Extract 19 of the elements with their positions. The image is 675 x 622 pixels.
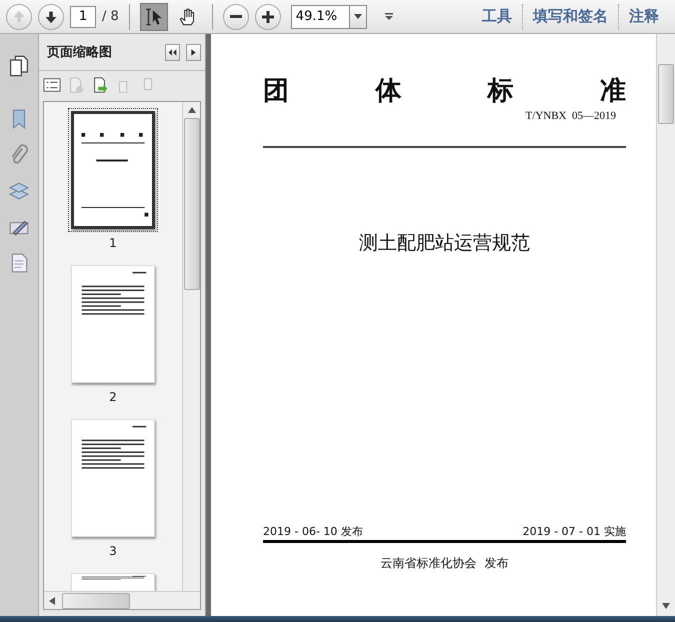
- toolbar-link[interactable]: 填写和签名: [522, 4, 618, 30]
- heading-character: 准: [600, 78, 626, 104]
- heading-character: 团: [263, 78, 289, 104]
- panel-title: 页面缩略图: [46, 44, 113, 61]
- page-number-label: 1: [109, 236, 117, 250]
- issuer-text: 云南省标准化协会 发布: [380, 555, 508, 572]
- toolbar-link[interactable]: 注释: [618, 4, 669, 30]
- zoom-field[interactable]: 49.1%: [290, 4, 349, 28]
- heading-character: 体: [375, 78, 402, 104]
- heading-character: 标: [488, 78, 514, 104]
- effective-date: 2019 - 07 - 01 实施: [522, 524, 626, 539]
- toolbar-link[interactable]: 工具: [472, 4, 522, 30]
- page-number-label: 2: [109, 390, 117, 404]
- page-number-field[interactable]: 1: [70, 6, 96, 28]
- publish-date: 2019 - 06- 10 发布: [263, 524, 363, 539]
- page-count: / 8: [102, 9, 119, 24]
- standard-code: T/YNBX 05—2019: [526, 110, 616, 122]
- page-number-label: 3: [109, 544, 117, 558]
- document-title: 测土配肥站运营规范: [359, 231, 530, 256]
